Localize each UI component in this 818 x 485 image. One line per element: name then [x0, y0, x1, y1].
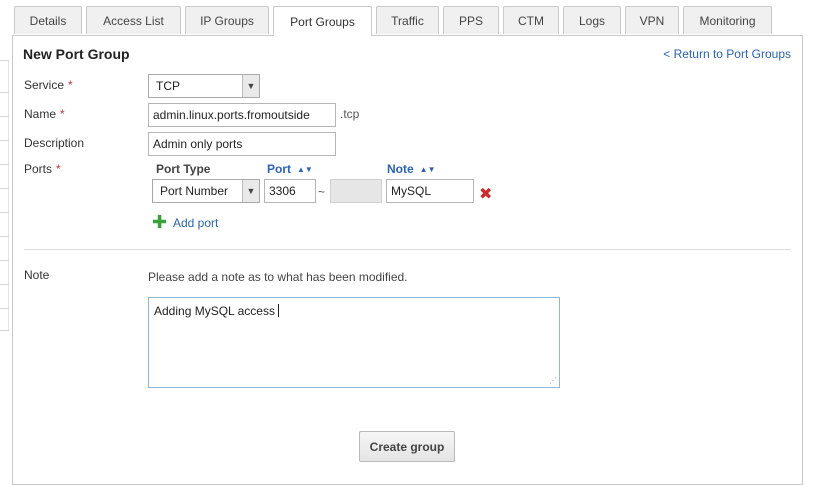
service-select-value: TCP — [156, 79, 180, 93]
tab-traffic[interactable]: Traffic — [376, 6, 439, 34]
port-from-input[interactable]: 3306 — [264, 179, 316, 203]
page-title: New Port Group — [23, 46, 130, 62]
port-type-value: Port Number — [160, 184, 229, 198]
note-textarea[interactable]: Adding MySQL access ⋰ — [148, 297, 560, 388]
service-select[interactable]: TCP ▼ — [148, 74, 260, 98]
note-hint: Please add a note as to what has been mo… — [148, 270, 408, 284]
tab-pps[interactable]: PPS — [443, 6, 499, 34]
description-label: Description — [24, 136, 85, 150]
required-marker: * — [68, 78, 73, 92]
port-type-select[interactable]: Port Number ▼ — [152, 179, 260, 203]
tab-ctm[interactable]: CTM — [503, 6, 559, 34]
chevron-down-icon: ▼ — [242, 180, 259, 202]
tab-access-list[interactable]: Access List — [86, 6, 181, 34]
name-label: Name * — [24, 107, 65, 121]
plus-icon[interactable]: ✚ — [152, 213, 167, 231]
chevron-down-icon: ▼ — [242, 75, 259, 97]
tab-vpn[interactable]: VPN — [625, 6, 679, 34]
service-label: Service * — [24, 78, 73, 92]
port-note-input[interactable]: MySQL — [386, 179, 474, 203]
note-textarea-value: Adding MySQL access — [154, 304, 275, 318]
text-cursor — [277, 304, 279, 317]
note-column-header[interactable]: Note ▲▼ — [387, 162, 436, 176]
section-divider — [24, 249, 791, 250]
port-column-header[interactable]: Port ▲▼ — [267, 162, 313, 176]
tab-port-groups[interactable]: Port Groups — [273, 6, 372, 36]
name-input[interactable]: admin.linux.ports.fromoutside — [148, 103, 336, 127]
return-to-port-groups-link[interactable]: < Return to Port Groups — [663, 47, 791, 61]
sort-icon: ▲▼ — [419, 165, 436, 174]
description-input[interactable]: Admin only ports — [148, 132, 336, 156]
port-type-header: Port Type — [156, 162, 211, 176]
port-group-form-panel: New Port Group < Return to Port Groups S… — [12, 35, 803, 485]
resize-grip-icon[interactable]: ⋰ — [549, 377, 557, 385]
add-port-link[interactable]: Add port — [173, 216, 218, 230]
tab-logs[interactable]: Logs — [563, 6, 621, 34]
background-page-edge — [0, 60, 9, 331]
required-marker: * — [56, 162, 61, 176]
name-suffix: .tcp — [340, 107, 360, 121]
port-to-input — [330, 179, 382, 203]
ports-label: Ports * — [24, 162, 61, 176]
tab-ip-groups[interactable]: IP Groups — [185, 6, 269, 34]
tab-details[interactable]: Details — [14, 6, 82, 34]
required-marker: * — [60, 107, 65, 121]
sort-icon: ▲▼ — [297, 165, 313, 174]
note-label: Note — [24, 268, 50, 282]
remove-x-icon[interactable]: ✖ — [479, 184, 492, 204]
tab-monitoring[interactable]: Monitoring — [683, 6, 772, 34]
create-group-button[interactable]: Create group — [359, 431, 455, 462]
port-range-separator: ~ — [318, 185, 326, 199]
